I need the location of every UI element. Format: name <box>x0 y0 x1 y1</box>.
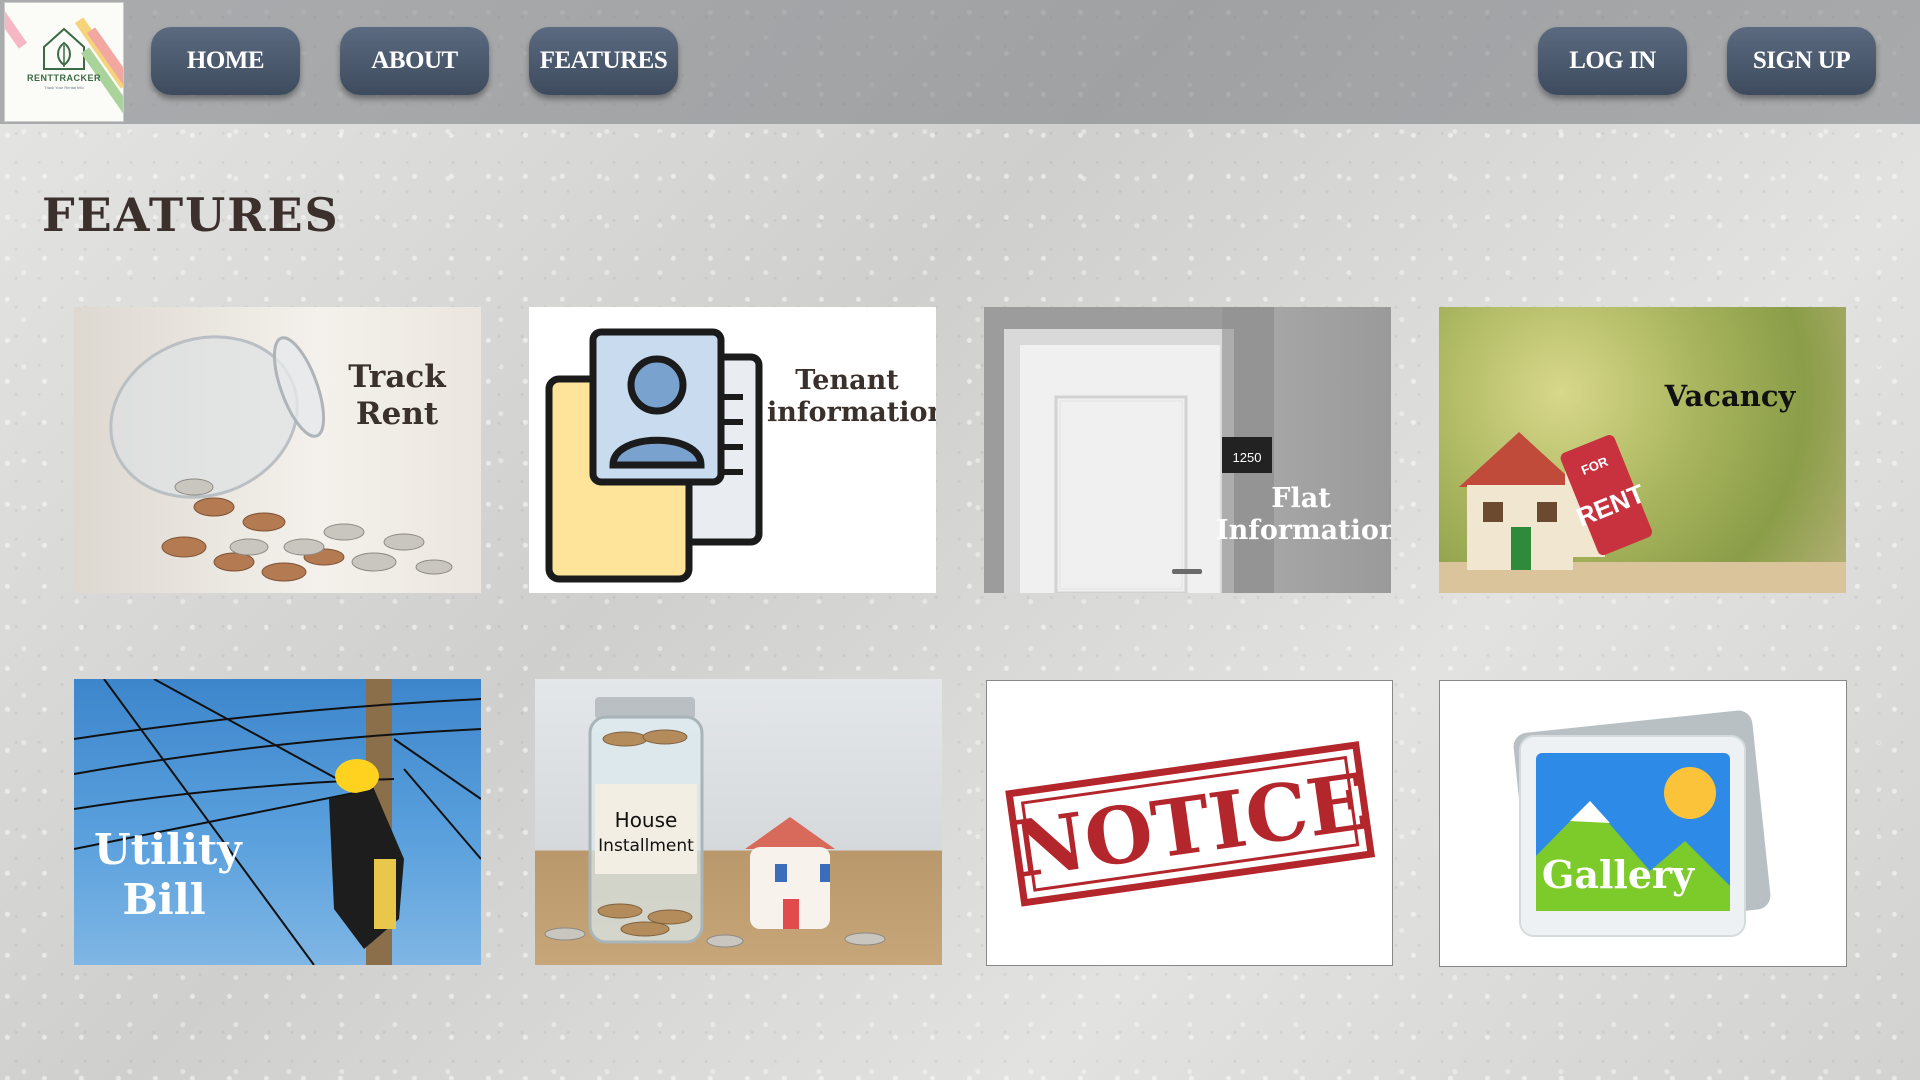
feature-card-track-rent[interactable]: Track Rent <box>74 307 481 593</box>
card-title-line1: Tenant <box>795 365 899 396</box>
logo-tagline: Track Your Rental Info <box>44 85 84 90</box>
feature-card-house-installment[interactable]: House Installment <box>535 679 942 965</box>
jar-label-line2: Installment <box>598 836 694 856</box>
gallery-image-icon: Gallery <box>1513 710 1771 937</box>
features-button[interactable]: FEATURES <box>529 27 678 95</box>
feature-card-flat-information[interactable]: 1250 Flat Information <box>984 307 1391 593</box>
room-number-plate: 1250 <box>1233 450 1262 465</box>
notice-stamp-icon: NOTICE <box>1005 741 1376 907</box>
card-title-line2: information <box>767 397 936 429</box>
login-button[interactable]: LOG IN <box>1538 27 1687 95</box>
home-button[interactable]: HOME <box>151 27 300 95</box>
card-title-line2: Information <box>1216 515 1391 547</box>
logo-brand-text: RENTTRACKER <box>27 73 101 83</box>
feature-card-tenant-information[interactable]: Tenant information <box>529 307 936 593</box>
signup-button[interactable]: SIGN UP <box>1727 27 1876 95</box>
feature-card-vacancy[interactable]: FOR RENT Vacancy <box>1439 307 1846 593</box>
house-for-rent-icon: FOR RENT <box>1439 432 1846 593</box>
feature-card-notice[interactable]: NOTICE <box>986 680 1393 966</box>
feature-card-gallery[interactable]: Gallery <box>1439 680 1847 967</box>
jar-label-line1: House <box>615 808 678 832</box>
page-title: FEATURES <box>42 188 340 242</box>
about-button[interactable]: ABOUT <box>340 27 489 95</box>
savings-jar-house-icon: House Installment <box>544 697 886 948</box>
notice-stamp-text: NOTICE <box>1008 757 1373 897</box>
door-icon: 1250 <box>984 307 1274 593</box>
card-title: Vacancy <box>1664 379 1796 413</box>
card-title-line1: Utility <box>94 825 242 874</box>
tenant-profile-icon <box>545 328 763 583</box>
renttracker-logo[interactable]: RENTTRACKER Track Your Rental Info <box>4 2 124 122</box>
gallery-label: Gallery <box>1542 852 1695 897</box>
top-navigation-bar: RENTTRACKER Track Your Rental Info HOME … <box>0 0 1920 124</box>
card-title-line1: Flat <box>1271 483 1331 514</box>
feature-card-utility-bill[interactable]: Utility Bill <box>74 679 481 965</box>
coin-jar-icon <box>109 335 453 582</box>
card-title-line2: Rent <box>355 396 439 433</box>
card-title-line1: Track <box>348 359 446 395</box>
card-title-line2: Bill <box>122 875 206 925</box>
